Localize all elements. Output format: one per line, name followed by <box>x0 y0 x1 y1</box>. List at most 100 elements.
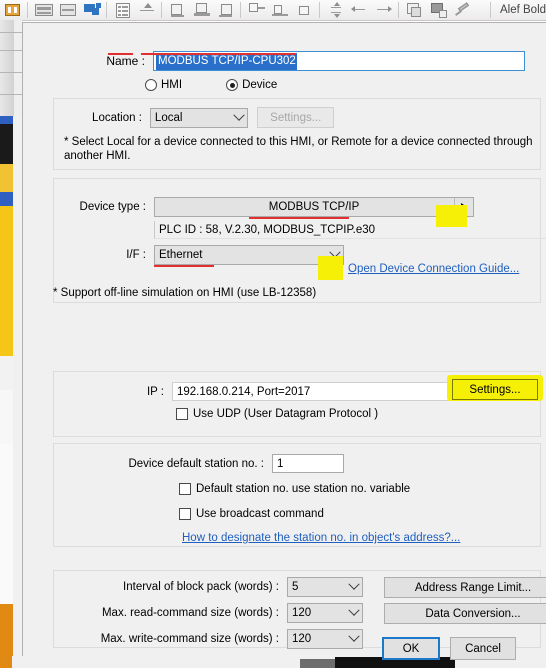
location-settings-button[interactable]: Settings... <box>257 107 334 128</box>
simulation-note: * Support off-line simulation on HMI (us… <box>53 287 317 299</box>
ip-label-annotation-underline <box>108 53 133 55</box>
interface-label: I/F : <box>126 249 146 261</box>
default-station-input[interactable]: 1 <box>272 454 344 473</box>
radio-hmi-circle <box>145 79 157 91</box>
radio-device-circle <box>226 79 239 91</box>
status-strip-grey <box>300 659 340 668</box>
location-row: Location : Local Settings... <box>54 107 334 128</box>
device-type-value: MODBUS TCP/IP <box>268 201 360 213</box>
data-conversion-button[interactable]: Data Conversion... <box>384 603 546 624</box>
align-middle-icon[interactable] <box>270 1 292 19</box>
toolbar-separator <box>106 2 107 18</box>
use-station-variable-checkbox[interactable] <box>179 483 191 495</box>
radio-device-label: Device <box>242 79 278 91</box>
device-type-dropdown[interactable]: MODBUS TCP/IP <box>154 197 474 217</box>
chevron-down-icon <box>230 109 247 127</box>
interval-block-pack-dropdown[interactable]: 5 <box>287 577 363 597</box>
interval-block-pack-row: Interval of block pack (words) : 5 <box>54 577 363 597</box>
location-label: Location : <box>92 111 142 124</box>
project-icon[interactable] <box>2 1 24 19</box>
chevron-down-icon <box>345 604 362 622</box>
open-device-connection-guide-link[interactable]: Open Device Connection Guide... <box>348 263 519 275</box>
distribute-v-icon[interactable] <box>325 1 347 19</box>
device-settings-dialog: Name : MODBUS TCP/IP-CPU302 HMI Device L… <box>22 22 546 656</box>
device-type-arrow-highlight <box>436 205 467 227</box>
interval-block-pack-value: 5 <box>292 581 299 593</box>
max-read-size-row: Max. read-command size (words) : 120 <box>54 603 363 623</box>
station-group: Device default station no. : 1 Default s… <box>53 443 541 547</box>
distribute-h-right-icon[interactable] <box>373 1 395 19</box>
chevron-down-icon <box>345 630 362 648</box>
radio-hmi-label: HMI <box>161 79 183 91</box>
radio-device[interactable]: Device <box>226 79 277 91</box>
use-broadcast-checkbox[interactable] <box>179 508 191 520</box>
use-station-variable-label: Default station no. use station no. vari… <box>196 483 411 495</box>
pin-icon[interactable] <box>452 1 474 19</box>
max-read-size-label: Max. read-command size (words) : <box>101 607 279 619</box>
bring-front-icon[interactable] <box>81 1 103 19</box>
up-icon[interactable] <box>136 1 158 19</box>
use-broadcast-label: Use broadcast command <box>196 508 324 520</box>
location-dropdown-value: Local <box>154 111 183 124</box>
use-udp-label: Use UDP (User Datagram Protocol ) <box>193 408 379 420</box>
toolbar-separator <box>240 2 241 18</box>
ungroup-icon[interactable] <box>428 1 450 19</box>
ip-settings-button[interactable]: Settings... <box>452 379 538 400</box>
station-help-link[interactable]: How to designate the station no. in obje… <box>182 532 460 544</box>
horizontal-align-icon[interactable] <box>33 1 55 19</box>
align-top-icon[interactable] <box>246 1 268 19</box>
device-type-row: Device type : MODBUS TCP/IP <box>54 197 474 217</box>
max-write-size-dropdown[interactable]: 120 <box>287 629 363 649</box>
ip-row: IP : 192.168.0.214, Port=2017 <box>54 382 454 401</box>
device-type-label: Device type : <box>79 201 146 213</box>
max-read-size-dropdown[interactable]: 120 <box>287 603 363 623</box>
ip-label: IP : <box>146 385 164 398</box>
location-note: * Select Local for a device connected to… <box>64 136 533 162</box>
device-kind-group: HMI Device <box>145 79 277 91</box>
align-bottom-icon[interactable] <box>294 1 316 19</box>
canvas-left-strip <box>0 20 22 668</box>
max-read-size-value: 120 <box>292 607 312 619</box>
location-dropdown[interactable]: Local <box>149 107 249 128</box>
name-label: Name : <box>106 54 145 68</box>
interface-value: Ethernet <box>159 249 203 261</box>
ip-value-field[interactable]: 192.168.0.214, Port=2017 <box>172 382 454 401</box>
interval-block-pack-label: Interval of block pack (words) : <box>123 581 279 593</box>
toolbar-separator <box>27 2 28 18</box>
ok-button[interactable]: OK <box>382 637 440 660</box>
align-right-icon[interactable] <box>215 1 237 19</box>
distribute-h-left-icon[interactable] <box>349 1 371 19</box>
use-udp-checkbox[interactable] <box>176 408 188 420</box>
default-station-row: Device default station no. : 1 <box>54 454 384 473</box>
device-type-group: Device type : MODBUS TCP/IP PLC ID : 58,… <box>53 178 546 303</box>
ip-value-annotation-underline <box>141 53 295 55</box>
use-udp-row[interactable]: Use UDP (User Datagram Protocol ) <box>176 408 378 420</box>
interface-annotation-underline <box>154 265 214 267</box>
default-station-label: Device default station no. : <box>128 457 264 470</box>
radio-hmi[interactable]: HMI <box>145 79 182 91</box>
device-type-annotation-underline <box>249 217 349 219</box>
use-broadcast-row[interactable]: Use broadcast command <box>179 508 324 520</box>
max-write-size-label: Max. write-command size (words) : <box>100 633 279 645</box>
max-write-size-row: Max. write-command size (words) : 120 <box>54 629 363 649</box>
plc-info: PLC ID : 58, V.2.30, MODBUS_TCPIP.e30 <box>154 221 546 239</box>
use-station-variable-row[interactable]: Default station no. use station no. vari… <box>179 483 410 495</box>
align-center-icon[interactable] <box>191 1 213 19</box>
interface-arrow-highlight <box>318 256 343 280</box>
cancel-button[interactable]: Cancel <box>450 637 516 660</box>
interface-dropdown[interactable]: Ethernet <box>154 245 344 265</box>
toolbar: Alef Bold <box>0 0 546 21</box>
toolbar-separator <box>398 2 399 18</box>
group-icon[interactable] <box>404 1 426 19</box>
list-icon[interactable] <box>112 1 134 19</box>
align-left-icon[interactable] <box>167 1 189 19</box>
vertical-align-icon[interactable] <box>57 1 79 19</box>
toolbar-separator <box>490 2 491 18</box>
address-range-limit-button[interactable]: Address Range Limit... <box>384 577 546 598</box>
status-strip-orange <box>0 656 12 668</box>
radio-device-dot <box>229 82 235 88</box>
location-group: Location : Local Settings... * Select Lo… <box>53 98 541 170</box>
font-name-label: Alef Bold <box>500 4 546 16</box>
chevron-down-icon <box>345 578 362 596</box>
max-write-size-value: 120 <box>292 633 312 645</box>
